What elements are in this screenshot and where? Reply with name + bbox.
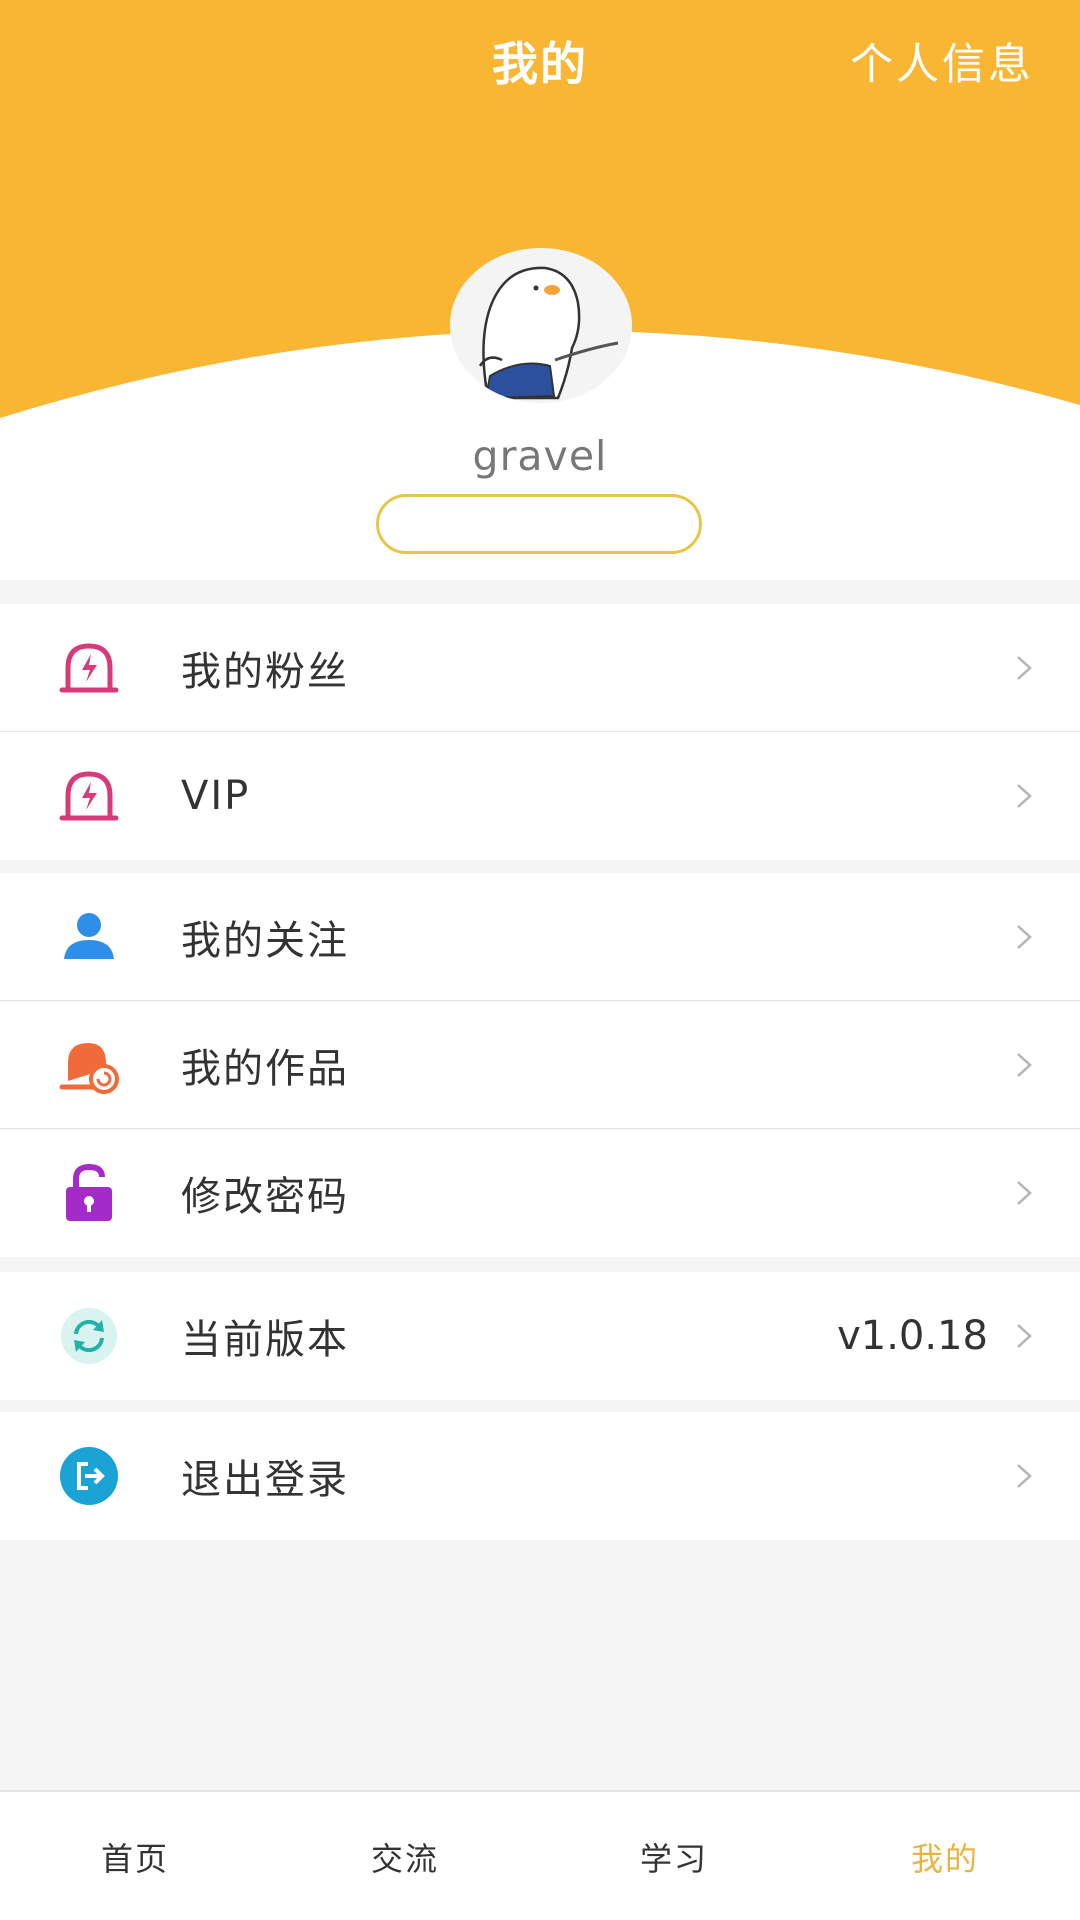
menu-item-vip[interactable]: VIP (0, 732, 1080, 860)
refresh-icon (61, 1308, 117, 1364)
menu-group-1: 我的粉丝 VIP (0, 604, 1080, 860)
bell-lightning-icon (59, 771, 119, 821)
tab-study[interactable]: 学习 (574, 1834, 774, 1880)
menu-item-vip-label: VIP (181, 773, 251, 819)
avatar[interactable] (450, 248, 632, 403)
menu-item-password[interactable]: 修改密码 (0, 1129, 1080, 1257)
menu-item-password-label: 修改密码 (181, 1174, 349, 1220)
menu-group-2: 我的关注 我的作品 修改密码 (0, 873, 1080, 1257)
profile-header: 我的 个人信息 gravel (0, 0, 1080, 580)
menu-group-3: 当前版本 v1.0.18 (0, 1272, 1080, 1400)
menu-item-works[interactable]: 我的作品 (0, 1001, 1080, 1129)
menu-item-logout[interactable]: 退出登录 (0, 1412, 1080, 1540)
personal-info-link[interactable]: 个人信息 (850, 30, 1034, 92)
menu-item-works-label: 我的作品 (181, 1045, 349, 1092)
chevron-right-icon (1017, 1181, 1032, 1205)
menu-group-4: 退出登录 (0, 1412, 1080, 1540)
menu-item-following-label: 我的关注 (181, 917, 349, 964)
app-version-value: v1.0.18 (837, 1313, 988, 1359)
chevron-right-icon (1017, 925, 1032, 949)
logout-icon (60, 1447, 118, 1505)
chevron-right-icon (1017, 656, 1032, 680)
menu-item-version-label: 当前版本 (181, 1317, 349, 1363)
chevron-right-icon (1017, 784, 1032, 808)
tab-mine[interactable]: 我的 (845, 1834, 1045, 1880)
level-badge (376, 494, 702, 554)
menu-item-logout-label: 退出登录 (181, 1457, 349, 1503)
menu-item-following[interactable]: 我的关注 (0, 873, 1080, 1001)
menu-item-version[interactable]: 当前版本 v1.0.18 (0, 1272, 1080, 1400)
user-icon (64, 913, 114, 959)
chevron-right-icon (1017, 1053, 1032, 1077)
chevron-right-icon (1017, 1464, 1032, 1488)
menu-item-fans[interactable]: 我的粉丝 (0, 604, 1080, 732)
works-icon (59, 1043, 119, 1094)
username: gravel (472, 432, 608, 480)
bell-lightning-icon (59, 643, 119, 693)
cartoon-bird-avatar-icon (450, 248, 632, 403)
bottom-tab-bar: 首页 交流 学习 我的 (0, 1790, 1080, 1920)
tab-exchange[interactable]: 交流 (305, 1834, 505, 1880)
chevron-right-icon (1017, 1324, 1032, 1348)
padlock-icon (66, 1163, 112, 1221)
menu-item-fans-label: 我的粉丝 (181, 648, 349, 695)
tab-home[interactable]: 首页 (35, 1834, 235, 1880)
